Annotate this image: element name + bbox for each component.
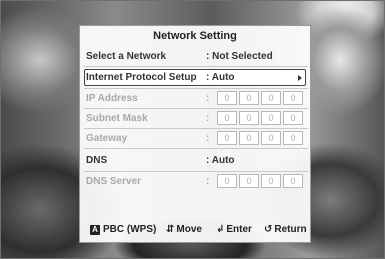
row-internet-protocol-setup[interactable]: Internet Protocol Setup : Auto (84, 69, 306, 86)
octet-field: 0 (261, 131, 281, 145)
dialog-title: Network Setting (153, 30, 237, 42)
row-colon: : (206, 176, 210, 187)
row-value: : Auto (206, 72, 235, 83)
hint-label: Return (274, 224, 307, 235)
octet-field: 0 (261, 91, 281, 105)
row-label: DNS (86, 155, 108, 166)
arrow-right-icon (298, 75, 302, 81)
hint-label: Enter (226, 224, 252, 235)
octet-field: 0 (239, 111, 259, 125)
hint-move: ⇵ Move (166, 221, 202, 239)
row-value: : Not Selected (206, 51, 273, 62)
row-label: Internet Protocol Setup (86, 72, 197, 83)
octet-field: 0 (217, 131, 237, 145)
row-subnet-mask: Subnet Mask : 0 0 0 0 (84, 110, 306, 127)
row-dns[interactable]: DNS : Auto (84, 152, 306, 169)
octet-field: 0 (217, 174, 237, 188)
row-colon: : (206, 113, 210, 124)
row-select-network[interactable]: Select a Network : Not Selected (84, 48, 306, 65)
octet-field: 0 (217, 91, 237, 105)
octet-field: 0 (239, 174, 259, 188)
tv-screen: Network Setting Select a Network : Not S… (0, 0, 385, 259)
button-hints: A PBC (WPS) ⇵ Move ↲ Enter ↺ Return (84, 221, 307, 239)
octet-field: 0 (283, 174, 303, 188)
divider (84, 66, 308, 67)
divider (84, 128, 308, 129)
row-label: Select a Network (86, 51, 167, 62)
octet-field: 0 (217, 111, 237, 125)
network-setting-dialog: Network Setting Select a Network : Not S… (79, 25, 311, 243)
divider (84, 88, 308, 89)
hint-enter[interactable]: ↲ Enter (216, 221, 252, 239)
octet-field: 0 (261, 174, 281, 188)
a-key-icon: A (90, 225, 100, 235)
octet-field: 0 (283, 91, 303, 105)
enter-icon: ↲ (216, 224, 225, 235)
hint-label: PBC (WPS) (103, 224, 157, 235)
row-ip-address: IP Address : 0 0 0 0 (84, 90, 306, 107)
row-label: IP Address (86, 93, 138, 104)
row-label: Gateway (86, 133, 128, 144)
row-value: : Auto (206, 155, 235, 166)
row-label: DNS Server (86, 176, 142, 187)
return-icon: ↺ (264, 224, 273, 235)
hint-pbc[interactable]: A PBC (WPS) (90, 221, 156, 239)
divider (84, 171, 308, 172)
octet-field: 0 (283, 131, 303, 145)
up-down-arrows-icon: ⇵ (166, 224, 175, 235)
row-colon: : (206, 93, 210, 104)
row-colon: : (206, 133, 210, 144)
octet-field: 0 (239, 91, 259, 105)
octet-field: 0 (261, 111, 281, 125)
hint-label: Move (176, 224, 202, 235)
octet-field: 0 (239, 131, 259, 145)
divider (84, 148, 308, 149)
row-label: Subnet Mask (86, 113, 148, 124)
divider (84, 108, 308, 109)
hint-return[interactable]: ↺ Return (264, 221, 307, 239)
row-dns-server: DNS Server : 0 0 0 0 (84, 173, 306, 190)
octet-field: 0 (283, 111, 303, 125)
row-gateway: Gateway : 0 0 0 0 (84, 130, 306, 147)
